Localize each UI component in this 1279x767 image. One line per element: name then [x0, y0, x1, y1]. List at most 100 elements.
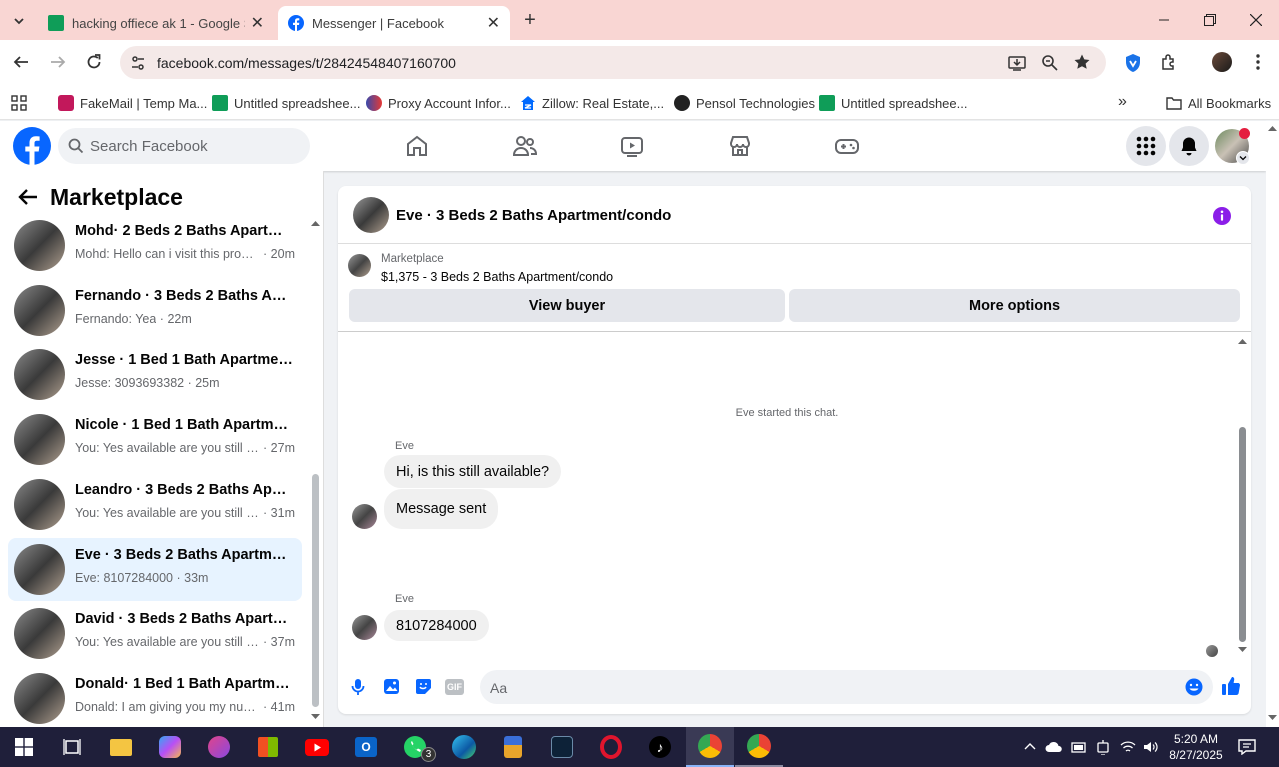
message-bubble[interactable]: Message sent	[384, 489, 499, 529]
view-buyer-button[interactable]: View buyer	[349, 289, 785, 322]
apps-grid-icon[interactable]	[11, 95, 27, 111]
page-scrollbar[interactable]	[1266, 121, 1279, 727]
conversation-item[interactable]: Fernando · 3 Beds 2 Baths Apartment/cond…	[8, 279, 302, 342]
file-explorer-button[interactable]	[97, 727, 145, 767]
conversation-item[interactable]: Nicole · 1 Bed 1 Bath Apartment/condo You…	[8, 408, 302, 471]
install-app-icon[interactable]	[1008, 54, 1026, 72]
listing-description[interactable]: $1,375 - 3 Beds 2 Baths Apartment/condo	[381, 270, 613, 284]
scroll-down-icon[interactable]	[311, 714, 320, 720]
emoji-icon[interactable]	[1185, 678, 1203, 696]
clock[interactable]: 5:20 AM 8/27/2025	[1164, 731, 1228, 763]
outlook-button[interactable]: O	[342, 727, 390, 767]
conversation-item[interactable]: Leandro · 3 Beds 2 Baths Apartment/condo…	[8, 473, 302, 536]
youtube-button[interactable]	[293, 727, 341, 767]
account-avatar[interactable]	[1215, 128, 1250, 165]
site-info-icon[interactable]	[130, 55, 146, 71]
listing-thumbnail[interactable]	[348, 254, 371, 277]
menu-button[interactable]	[1126, 126, 1166, 166]
scroll-thumb[interactable]	[1239, 427, 1246, 642]
more-bookmarks-button[interactable]: »	[1118, 93, 1127, 111]
message-bubble[interactable]: 8107284000	[384, 610, 489, 641]
app-button-2[interactable]	[489, 727, 537, 767]
wifi-icon[interactable]	[1120, 740, 1136, 754]
bookmark-fakemail[interactable]: FakeMail | Temp Ma...	[58, 92, 207, 114]
chat-scrollbar[interactable]	[1236, 334, 1249, 656]
more-options-button[interactable]: More options	[789, 289, 1240, 322]
nav-friends[interactable]	[497, 121, 553, 171]
chrome-button[interactable]	[735, 727, 783, 767]
close-icon[interactable]: ✕	[487, 13, 500, 33]
nav-gaming[interactable]	[819, 121, 875, 171]
edge-button[interactable]	[440, 727, 488, 767]
all-bookmarks-folder[interactable]: All Bookmarks	[1166, 92, 1271, 114]
close-icon[interactable]: ✕	[251, 13, 264, 33]
bookmark-proxy-account[interactable]: Proxy Account Infor...	[366, 92, 511, 114]
conversation-item[interactable]: David · 3 Beds 2 Baths Apartment/condo Yo…	[8, 602, 302, 665]
whatsapp-button[interactable]: 3	[391, 727, 439, 767]
microphone-icon[interactable]	[351, 678, 365, 696]
chevron-up-icon[interactable]	[1024, 742, 1036, 750]
conversation-scrollbar[interactable]	[310, 216, 322, 726]
bookmark-zillow[interactable]: Zillow: Real Estate,...	[520, 92, 664, 114]
scroll-up-icon[interactable]	[1268, 125, 1277, 131]
device-icon[interactable]	[1096, 740, 1110, 755]
opera-button[interactable]	[587, 727, 635, 767]
tab-messenger[interactable]: Messenger | Facebook ✕	[278, 6, 510, 40]
conversation-item[interactable]: Mohd· 2 Beds 2 Baths Apartment/condo Mohd…	[8, 214, 302, 277]
scroll-down-icon[interactable]	[1268, 715, 1277, 721]
thumbs-up-icon[interactable]	[1221, 676, 1241, 696]
close-window-button[interactable]	[1233, 0, 1279, 40]
address-bar[interactable]: facebook.com/messages/t/2842454840716070…	[120, 46, 1106, 79]
tab-search-button[interactable]	[8, 10, 30, 32]
bookmark-spreadsheet-1[interactable]: Untitled spreadshee...	[212, 92, 360, 114]
bookmark-spreadsheet-2[interactable]: Untitled spreadshee...	[819, 92, 967, 114]
info-icon[interactable]	[1212, 206, 1232, 226]
account-chevron[interactable]	[1236, 151, 1250, 165]
cloud-icon[interactable]	[1045, 741, 1063, 753]
facebook-logo-icon[interactable]	[13, 127, 51, 165]
tiktok-button[interactable]: ♪	[636, 727, 684, 767]
forward-button[interactable]	[49, 53, 67, 71]
store-button[interactable]	[244, 727, 292, 767]
back-button[interactable]	[18, 188, 38, 206]
sticker-icon[interactable]	[415, 678, 432, 695]
nav-marketplace[interactable]	[712, 121, 768, 171]
gif-icon[interactable]: GIF	[445, 679, 464, 695]
app-button-3[interactable]	[538, 727, 586, 767]
restore-button[interactable]	[1187, 0, 1233, 40]
scroll-up-icon[interactable]	[311, 220, 320, 226]
nav-watch[interactable]	[604, 121, 660, 171]
zoom-icon[interactable]	[1041, 54, 1059, 72]
sender-avatar[interactable]	[352, 615, 377, 640]
conversation-item[interactable]: Eve · 3 Beds 2 Baths Apartment/condo Eve:…	[8, 538, 302, 601]
extensions-puzzle-icon[interactable]	[1160, 53, 1178, 71]
shield-extension-icon[interactable]	[1124, 53, 1142, 73]
message-input[interactable]: Aa	[480, 670, 1213, 704]
task-view-button[interactable]	[48, 727, 96, 767]
chat-title[interactable]: Eve · 3 Beds 2 Baths Apartment/condo	[396, 207, 671, 224]
sender-avatar[interactable]	[352, 504, 377, 529]
chat-avatar[interactable]	[353, 197, 389, 233]
new-tab-button[interactable]: +	[520, 10, 540, 30]
profile-avatar[interactable]	[1212, 52, 1232, 72]
notification-center-icon[interactable]	[1238, 739, 1256, 755]
copilot-button[interactable]	[146, 727, 194, 767]
reload-button[interactable]	[85, 53, 103, 71]
nav-home[interactable]	[389, 121, 445, 171]
facebook-search[interactable]: Search Facebook	[58, 128, 310, 164]
back-button[interactable]	[12, 53, 30, 71]
bookmark-star-icon[interactable]	[1073, 53, 1091, 71]
battery-icon[interactable]	[1071, 740, 1087, 754]
scroll-down-icon[interactable]	[1238, 647, 1247, 653]
app-button-1[interactable]	[195, 727, 243, 767]
bookmark-pensol[interactable]: Pensol Technologies	[674, 92, 815, 114]
volume-icon[interactable]	[1143, 740, 1159, 754]
tab-google-sheets[interactable]: hacking offiece ak 1 - Google Sh ✕	[38, 6, 274, 40]
minimize-button[interactable]	[1141, 0, 1187, 40]
conversation-item[interactable]: Jesse · 1 Bed 1 Bath Apartment/condo Jess…	[8, 343, 302, 406]
scroll-thumb[interactable]	[312, 474, 319, 707]
scroll-up-icon[interactable]	[1238, 338, 1247, 344]
message-bubble[interactable]: Hi, is this still available?	[384, 455, 562, 488]
start-button[interactable]	[0, 727, 48, 767]
photo-icon[interactable]	[383, 678, 400, 695]
